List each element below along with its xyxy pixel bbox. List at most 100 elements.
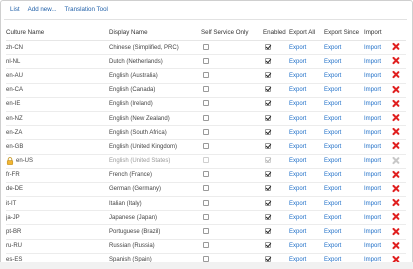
delete-icon[interactable]	[392, 213, 399, 220]
delete-icon[interactable]	[392, 57, 399, 64]
export-since-link[interactable]: Export	[324, 130, 341, 136]
delete-icon[interactable]	[392, 199, 399, 206]
enabled-checkbox[interactable]	[265, 228, 271, 235]
delete-icon[interactable]	[392, 142, 399, 149]
export-since-link[interactable]: Export	[324, 229, 341, 235]
export-since-link[interactable]: Export	[324, 87, 341, 93]
delete-icon[interactable]	[392, 100, 399, 107]
lock-icon	[6, 157, 14, 165]
export-all-cell: Export	[289, 224, 324, 240]
self-service-only-checkbox[interactable]	[203, 114, 209, 121]
export-all-link[interactable]: Export	[289, 130, 306, 136]
export-all-link[interactable]: Export	[289, 144, 306, 150]
export-since-link[interactable]: Export	[324, 116, 341, 122]
export-all-link[interactable]: Export	[289, 215, 306, 221]
export-all-link[interactable]: Export	[289, 186, 306, 192]
self-service-only-checkbox[interactable]	[203, 228, 209, 235]
self-service-only-checkbox[interactable]	[203, 71, 209, 78]
export-all-link[interactable]: Export	[289, 101, 306, 107]
enabled-checkbox[interactable]	[265, 86, 271, 93]
menu-add-new-link[interactable]: Add new...	[28, 6, 57, 16]
import-link[interactable]: Import	[364, 59, 381, 65]
export-since-link[interactable]: Export	[324, 144, 341, 150]
export-all-link[interactable]: Export	[289, 243, 306, 249]
enabled-checkbox[interactable]	[265, 57, 271, 64]
delete-icon[interactable]	[392, 171, 399, 178]
export-all-link[interactable]: Export	[289, 59, 306, 65]
enabled-checkbox[interactable]	[265, 114, 271, 121]
enabled-checkbox[interactable]	[265, 128, 271, 135]
export-since-link[interactable]: Export	[324, 59, 341, 65]
self-service-only-checkbox[interactable]	[203, 57, 209, 64]
export-all-link[interactable]: Export	[289, 45, 306, 51]
export-since-cell: Export	[324, 182, 364, 198]
self-service-only-checkbox[interactable]	[203, 86, 209, 93]
import-link[interactable]: Import	[364, 101, 381, 107]
import-link[interactable]: Import	[364, 158, 381, 164]
culture-name-cell: ja-JP	[6, 210, 109, 226]
import-link[interactable]: Import	[364, 130, 381, 136]
self-service-only-checkbox[interactable]	[203, 128, 209, 135]
export-all-link[interactable]: Export	[289, 172, 306, 178]
import-link[interactable]: Import	[364, 144, 381, 150]
delete-cell	[392, 40, 406, 56]
export-since-link[interactable]: Export	[324, 73, 341, 79]
export-all-link[interactable]: Export	[289, 158, 306, 164]
enabled-checkbox[interactable]	[265, 242, 271, 249]
culture-name: pt-BR	[6, 229, 22, 236]
export-all-link[interactable]: Export	[289, 229, 306, 235]
import-link[interactable]: Import	[364, 45, 381, 51]
enabled-checkbox[interactable]	[265, 213, 271, 220]
import-link[interactable]: Import	[364, 186, 381, 192]
self-service-only-checkbox[interactable]	[203, 185, 209, 192]
export-since-link[interactable]: Export	[324, 172, 341, 178]
export-all-link[interactable]: Export	[289, 87, 306, 93]
export-since-link[interactable]: Export	[324, 215, 341, 221]
self-service-only-checkbox[interactable]	[203, 171, 209, 178]
export-since-link[interactable]: Export	[324, 45, 341, 51]
delete-icon[interactable]	[392, 114, 399, 121]
import-link[interactable]: Import	[364, 73, 381, 79]
self-service-only-checkbox[interactable]	[203, 43, 209, 50]
display-name: Chinese (Simplified, PRC)	[109, 44, 179, 51]
import-link[interactable]: Import	[364, 172, 381, 178]
enabled-checkbox[interactable]	[265, 100, 271, 107]
export-since-link[interactable]: Export	[324, 201, 341, 207]
import-link[interactable]: Import	[364, 243, 381, 249]
display-name-cell: English (New Zealand)	[109, 111, 201, 127]
import-link[interactable]: Import	[364, 229, 381, 235]
self-service-only-checkbox[interactable]	[203, 142, 209, 149]
export-since-link[interactable]: Export	[324, 101, 341, 107]
delete-icon[interactable]	[392, 86, 399, 93]
menu-translation-tool-link[interactable]: Translation Tool	[65, 6, 108, 16]
export-all-link[interactable]: Export	[289, 73, 306, 79]
export-since-link[interactable]: Export	[324, 158, 341, 164]
delete-icon[interactable]	[392, 242, 399, 249]
enabled-checkbox[interactable]	[265, 43, 271, 50]
delete-icon[interactable]	[392, 185, 399, 192]
enabled-checkbox[interactable]	[265, 171, 271, 178]
delete-icon[interactable]	[392, 71, 399, 78]
enabled-checkbox[interactable]	[265, 142, 271, 149]
menu-list-link[interactable]: List	[10, 6, 20, 16]
export-all-link[interactable]: Export	[289, 116, 306, 122]
import-link[interactable]: Import	[364, 87, 381, 93]
self-service-only-checkbox[interactable]	[203, 100, 209, 107]
export-since-link[interactable]: Export	[324, 186, 341, 192]
display-name-cell: Portuguese (Brazil)	[109, 224, 201, 240]
import-link[interactable]: Import	[364, 116, 381, 122]
delete-icon[interactable]	[392, 128, 399, 135]
import-link[interactable]: Import	[364, 215, 381, 221]
delete-icon[interactable]	[392, 43, 399, 50]
import-link[interactable]: Import	[364, 201, 381, 207]
table-row: ja-JP Japanese (Japan) Export Export Import	[6, 210, 406, 226]
self-service-only-checkbox[interactable]	[203, 213, 209, 220]
self-service-only-checkbox[interactable]	[203, 199, 209, 206]
self-service-only-checkbox[interactable]	[203, 242, 209, 249]
enabled-checkbox[interactable]	[265, 185, 271, 192]
enabled-checkbox[interactable]	[265, 71, 271, 78]
delete-icon[interactable]	[392, 228, 399, 235]
export-since-link[interactable]: Export	[324, 243, 341, 249]
export-all-link[interactable]: Export	[289, 201, 306, 207]
enabled-checkbox[interactable]	[265, 199, 271, 206]
